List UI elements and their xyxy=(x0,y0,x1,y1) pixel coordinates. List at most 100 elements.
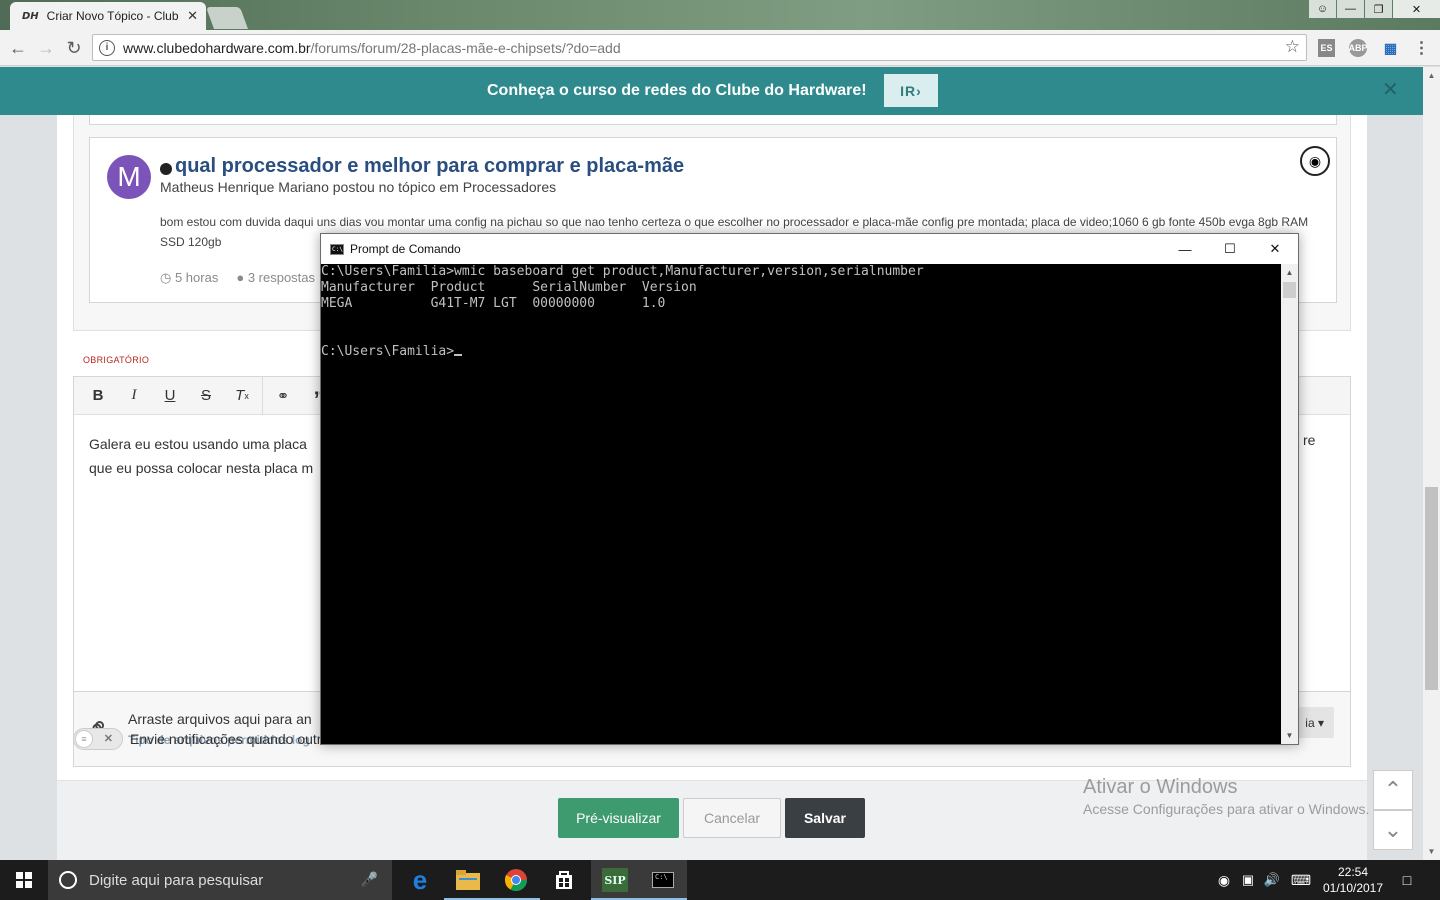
cmd-scroll-thumb[interactable] xyxy=(1283,282,1296,298)
back-arrow-icon[interactable]: ← xyxy=(6,36,30,60)
preview-button[interactable]: Pré-visualizar xyxy=(558,798,679,838)
taskbar: Digite aqui para pesquisar 🎤 e SIP C:\ ◉… xyxy=(0,860,1440,900)
cmd-close-icon[interactable]: ✕ xyxy=(1252,234,1298,264)
topic-time-value: 5 horas xyxy=(174,270,219,285)
unread-dot-icon xyxy=(160,163,172,175)
forward-arrow-icon[interactable]: → xyxy=(34,36,58,60)
attachment-title: Arraste arquivos aqui para an xyxy=(128,711,312,727)
banner-close-icon[interactable]: ✕ xyxy=(1382,77,1399,102)
scroll-to-top-button[interactable]: ⌃ xyxy=(1373,770,1413,810)
strikethrough-button[interactable]: S xyxy=(188,377,224,415)
new-tab-button[interactable] xyxy=(205,7,249,29)
taskbar-search-placeholder: Digite aqui para pesquisar xyxy=(89,871,264,889)
sip-app-icon[interactable]: SIP xyxy=(591,860,639,900)
extension-language-icon[interactable]: ES xyxy=(1318,39,1335,57)
restore-icon[interactable]: ❐ xyxy=(1365,0,1392,18)
edge-icon[interactable]: e xyxy=(396,860,444,900)
italic-button[interactable]: I xyxy=(116,377,152,415)
windows-start-icon[interactable] xyxy=(0,860,48,900)
site-info-icon[interactable]: i xyxy=(99,39,115,56)
cmd-taskbar-icon[interactable]: C:\ xyxy=(639,860,687,900)
taskbar-search[interactable]: Digite aqui para pesquisar 🎤 xyxy=(48,860,392,900)
profile-icon[interactable]: ☺ xyxy=(1309,0,1336,18)
topic-stats: ◷ 5 horas ● 3 respostas xyxy=(160,270,315,286)
scroll-up-arrow-icon[interactable]: ▲ xyxy=(1423,67,1440,84)
scroll-to-bottom-button[interactable]: ⌄ xyxy=(1373,810,1413,850)
banner-go-button[interactable]: IR › xyxy=(884,74,938,107)
site-favicon-icon: DH xyxy=(22,10,39,22)
insert-media-label: ia xyxy=(1305,715,1315,730)
console-prompt: C:\Users\Familia> xyxy=(321,344,455,359)
toggle-knob: ≡ xyxy=(75,730,93,748)
bookmark-star-icon[interactable]: ☆ xyxy=(1285,37,1300,57)
tab-close-icon[interactable]: ✕ xyxy=(187,8,198,24)
clock-date: 01/10/2017 xyxy=(1322,881,1384,895)
console-cursor xyxy=(454,354,463,356)
cmd-minimize-icon[interactable]: — xyxy=(1162,234,1208,264)
tray-record-icon[interactable]: ◉ xyxy=(1212,860,1236,900)
cmd-icon: C:\ xyxy=(330,243,344,255)
topic-time: ◷ 5 horas xyxy=(160,270,218,286)
tab-title: Criar Novo Tópico - Club xyxy=(46,9,179,23)
topic-replies: ● 3 respostas xyxy=(236,270,315,286)
topic-title-link[interactable]: qual processador e melhor para comprar e… xyxy=(175,155,684,178)
chrome-icon[interactable] xyxy=(492,860,540,900)
cmd-window[interactable]: C:\ Prompt de Comando — ☐ ✕ C:\Users\Fam… xyxy=(320,233,1299,745)
taskbar-clock[interactable]: 22:54 01/10/2017 xyxy=(1318,864,1388,896)
topic-meta: Matheus Henrique Mariano postou no tópic… xyxy=(160,179,557,195)
toggle-off-icon: ✕ xyxy=(103,733,113,745)
link-icon[interactable]: ⚭ xyxy=(265,377,301,415)
microphone-icon[interactable]: 🎤 xyxy=(361,871,378,888)
remove-format-button[interactable]: Tx xyxy=(224,377,260,415)
clock-icon: ◷ xyxy=(160,270,175,285)
cortana-icon xyxy=(59,871,77,889)
cmd-scrollbar[interactable]: ▲ ▼ xyxy=(1281,264,1298,744)
volume-icon[interactable]: 🔊 xyxy=(1260,860,1284,900)
cmd-scroll-up-icon[interactable]: ▲ xyxy=(1281,264,1298,281)
scroll-down-arrow-icon[interactable]: ▼ xyxy=(1423,843,1440,860)
notify-toggle[interactable]: ≡ ✕ xyxy=(73,728,123,750)
browser-tab[interactable]: DH Criar Novo Tópico - Club ✕ xyxy=(10,2,206,30)
bold-button[interactable]: B xyxy=(80,377,116,415)
topic-replies-value: 3 respostas xyxy=(247,270,316,285)
browser-menu-icon[interactable]: ⋮ xyxy=(1413,39,1430,57)
action-center-icon[interactable]: □ xyxy=(1392,860,1422,900)
toolbar-separator xyxy=(262,376,263,415)
editor-line-tail: re xyxy=(1303,432,1316,448)
adblock-icon[interactable]: ABP xyxy=(1349,39,1368,57)
network-icon[interactable]: ▣ xyxy=(1236,860,1260,900)
url-host: www.clubedohardware.com.br xyxy=(123,39,311,56)
address-bar[interactable]: i www.clubedohardware.com.br/forums/foru… xyxy=(92,34,1307,61)
console-line: Manufacturer Product SerialNumber Versio… xyxy=(321,280,697,295)
previous-activity-card xyxy=(89,115,1337,125)
underline-button[interactable]: U xyxy=(152,377,188,415)
promo-banner: Conheça o curso de redes do Clube do Har… xyxy=(0,67,1423,115)
store-icon[interactable] xyxy=(540,860,588,900)
window-close-icon[interactable]: ✕ xyxy=(1393,0,1440,18)
banner-button-label: IR xyxy=(900,82,917,99)
extension-gift-icon[interactable]: ▦ xyxy=(1382,39,1399,57)
activation-watermark-text: Acesse Configurações para ativar o Windo… xyxy=(1083,801,1370,817)
comment-small-icon: ● xyxy=(236,270,248,285)
cmd-console[interactable]: C:\Users\Familia>wmic baseboard get prod… xyxy=(321,264,1281,744)
cancel-button[interactable]: Cancelar xyxy=(683,798,781,838)
cmd-maximize-icon[interactable]: ☐ xyxy=(1207,234,1253,264)
cmd-titlebar[interactable]: C:\ Prompt de Comando — ☐ ✕ xyxy=(321,234,1298,264)
minimize-icon[interactable]: — xyxy=(1337,0,1364,18)
save-button[interactable]: Salvar xyxy=(785,798,865,838)
comment-icon: ◉ xyxy=(1300,146,1330,176)
keyboard-icon[interactable]: ⌨ xyxy=(1288,860,1314,900)
banner-text: Conheça o curso de redes do Clube do Har… xyxy=(487,82,867,99)
url-path: /forums/forum/28-placas-mãe-e-chipsets/?… xyxy=(310,39,621,56)
console-line: C:\Users\Familia>wmic baseboard get prod… xyxy=(321,264,924,279)
scrollbar-thumb[interactable] xyxy=(1425,487,1438,690)
avatar[interactable]: M xyxy=(107,155,151,199)
notify-label: Envie notificações quando outr xyxy=(130,731,322,747)
reload-icon[interactable]: ↻ xyxy=(62,36,86,60)
page-scrollbar[interactable]: ▲ ▼ xyxy=(1423,67,1440,860)
cmd-scroll-down-icon[interactable]: ▼ xyxy=(1281,727,1298,744)
caret-down-icon: ▾ xyxy=(1317,715,1324,730)
cmd-title: Prompt de Comando xyxy=(350,242,461,256)
file-explorer-icon[interactable] xyxy=(444,860,492,900)
